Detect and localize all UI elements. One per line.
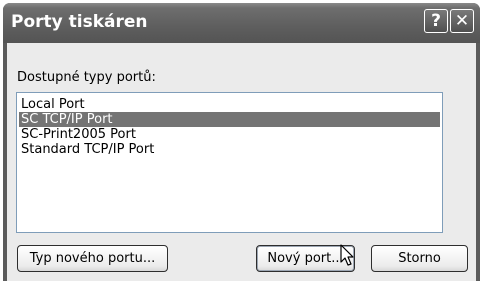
help-button[interactable]: ?: [424, 9, 448, 33]
cancel-button[interactable]: Storno: [371, 245, 468, 272]
new-port-type-button[interactable]: Typ nového portu...: [17, 245, 168, 272]
printer-ports-dialog: Porty tiskáren ? ✕ Dostupné typy portů: …: [3, 3, 480, 281]
help-icon: ?: [431, 11, 441, 31]
window-title: Porty tiskáren: [11, 12, 148, 32]
available-port-types-label: Dostupné typy portů:: [17, 70, 156, 85]
dialog-body: Dostupné typy portů: Local Port SC TCP/I…: [7, 43, 476, 281]
list-item[interactable]: SC-Print2005 Port: [19, 127, 440, 142]
list-item[interactable]: Local Port: [19, 97, 440, 112]
list-item[interactable]: Standard TCP/IP Port: [19, 142, 440, 157]
list-item-selected[interactable]: SC TCP/IP Port: [19, 112, 440, 127]
mouse-cursor-icon: [340, 244, 354, 266]
close-icon: ✕: [454, 11, 470, 31]
title-bar[interactable]: Porty tiskáren ? ✕: [3, 3, 480, 43]
port-types-list[interactable]: Local Port SC TCP/IP Port SC-Print2005 P…: [16, 92, 443, 233]
close-button[interactable]: ✕: [450, 9, 474, 33]
